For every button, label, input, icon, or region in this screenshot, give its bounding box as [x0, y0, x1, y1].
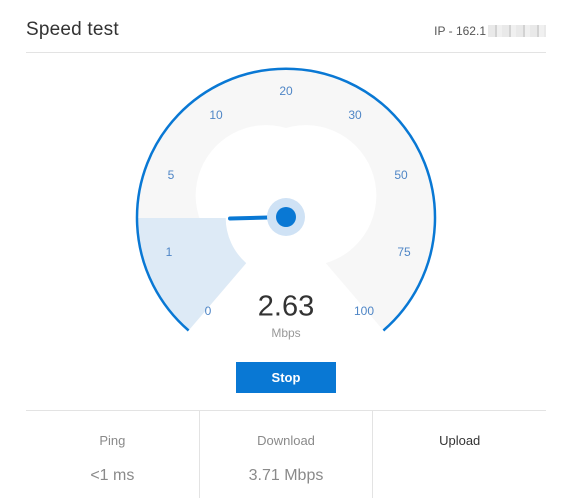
- gauge-tick-label: 100: [353, 304, 375, 318]
- speed-value: 2.63: [257, 290, 315, 323]
- gauge-tick-label: 50: [394, 168, 408, 182]
- gauge-tick-label: 0: [204, 304, 212, 318]
- speed-unit: Mbps: [271, 326, 301, 340]
- gauge-tick-label: 30: [348, 108, 362, 122]
- gauge-tick-label: 20: [279, 84, 293, 98]
- stat-value: 3.71 Mbps: [248, 467, 324, 484]
- stat-download: Download 3.71 Mbps: [198, 411, 373, 498]
- gauge-progress-fill: [137, 218, 247, 331]
- stat-label: Upload: [439, 433, 481, 448]
- stop-button[interactable]: Stop: [236, 362, 336, 393]
- stat-upload: Upload: [372, 411, 546, 498]
- gauge-hub: [276, 207, 296, 227]
- gauge-tick-label: 5: [167, 168, 175, 182]
- stats-panel: Ping <1 ms Download 3.71 Mbps Upload: [26, 411, 546, 498]
- stat-value: <1 ms: [90, 467, 135, 484]
- gauge-tick-label: 1: [165, 245, 173, 259]
- stat-label: Ping: [99, 433, 126, 448]
- stat-ping: Ping <1 ms: [26, 411, 199, 498]
- gauge-tick-label: 10: [209, 108, 223, 122]
- gauge-tick-label: 75: [397, 245, 411, 259]
- stat-label: Download: [257, 433, 315, 448]
